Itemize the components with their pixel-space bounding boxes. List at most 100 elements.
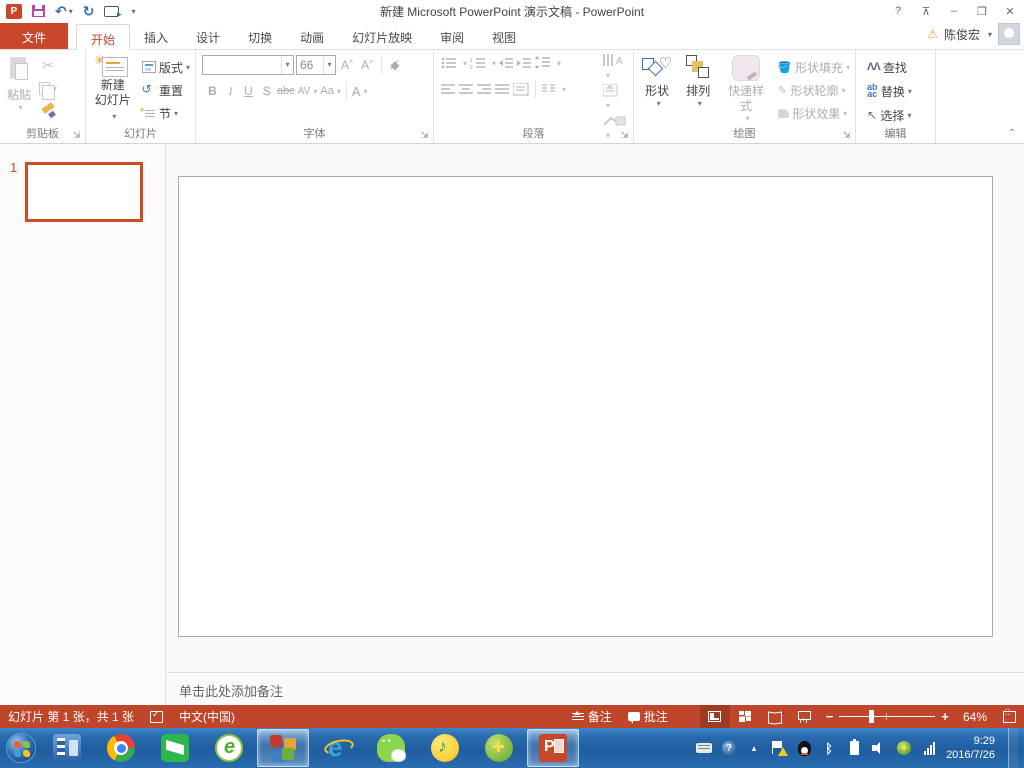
taskbar-puzzle-app[interactable] <box>257 729 309 767</box>
decrease-indent-button[interactable] <box>499 56 514 70</box>
taskbar-360-safety[interactable] <box>473 729 525 767</box>
account-dropdown-icon[interactable]: ▾ <box>988 30 992 39</box>
tab-insert[interactable]: 插入 <box>130 23 182 49</box>
slide-sorter-view-button[interactable] <box>730 705 760 728</box>
distribute-button[interactable] <box>513 82 529 96</box>
arrange-button[interactable]: 排列 ▾ <box>678 52 718 126</box>
zoom-in-button[interactable]: + <box>941 709 949 724</box>
tab-view[interactable]: 视图 <box>478 23 530 49</box>
taskbar-powerpoint[interactable] <box>527 729 579 767</box>
powerpoint-app-icon[interactable]: P <box>6 2 22 20</box>
font-dialog-launcher[interactable]: ⇲ <box>421 130 431 140</box>
increase-indent-button[interactable] <box>517 56 532 70</box>
zoom-slider-handle[interactable] <box>869 710 875 723</box>
redo-icon[interactable]: ↻ <box>83 2 95 20</box>
notes-pane[interactable]: 单击此处添加备注 <box>167 673 1024 705</box>
taskbar-chrome[interactable] <box>95 729 147 767</box>
reading-view-button[interactable] <box>760 705 790 728</box>
drawing-dialog-launcher[interactable]: ⇲ <box>843 130 853 140</box>
battery-icon[interactable] <box>846 739 862 756</box>
quick-styles-button[interactable]: 快速样式 ▾ <box>718 52 773 126</box>
start-slideshow-icon[interactable] <box>104 2 121 20</box>
clock[interactable]: 9:29 2016/7/26 <box>946 734 999 763</box>
columns-button[interactable] <box>542 83 556 95</box>
slideshow-view-button[interactable] <box>790 705 820 728</box>
save-icon[interactable] <box>32 2 45 20</box>
account-name[interactable]: 陈俊宏 <box>944 26 980 43</box>
taskbar-media-player[interactable] <box>41 729 93 767</box>
numbering-button[interactable]: 12 <box>470 56 486 70</box>
tab-animations[interactable]: 动画 <box>286 23 338 49</box>
paragraph-dialog-launcher[interactable]: ⇲ <box>621 130 631 140</box>
font-size-combo[interactable]: 66 ▾ <box>296 55 336 75</box>
start-button[interactable] <box>2 729 40 767</box>
italic-button[interactable]: I <box>222 81 239 101</box>
change-case-button[interactable]: Aa ▾ <box>319 81 341 101</box>
avatar[interactable] <box>998 23 1020 45</box>
ribbon-display-options-button[interactable]: ⊼ <box>912 0 940 22</box>
taskbar-internet-explorer[interactable] <box>311 729 363 767</box>
format-painter-button[interactable] <box>37 100 59 122</box>
zoom-out-button[interactable]: − <box>826 709 834 724</box>
language-indicator[interactable]: 中文(中国) <box>171 705 243 728</box>
clipboard-dialog-launcher[interactable]: ⇲ <box>73 130 83 140</box>
zoom-level[interactable]: 64% <box>955 705 995 728</box>
character-spacing-button[interactable]: AV ▾ <box>297 81 319 101</box>
line-spacing-button[interactable] <box>535 56 551 70</box>
shape-fill-button[interactable]: 🪣 形状填充 ▾ <box>775 56 853 78</box>
restore-button[interactable]: ❐ <box>968 0 996 22</box>
shape-effects-button[interactable]: 形状效果 ▾ <box>775 102 853 124</box>
shape-outline-button[interactable]: ✎ 形状轮廓 ▾ <box>775 79 853 101</box>
close-button[interactable]: ✕ <box>996 0 1024 22</box>
qq-icon[interactable] <box>796 740 812 756</box>
align-right-button[interactable] <box>477 83 492 95</box>
copy-button[interactable]: ▾ <box>37 77 59 100</box>
tab-review[interactable]: 审阅 <box>426 23 478 49</box>
zoom-slider[interactable] <box>839 705 936 728</box>
paste-button[interactable]: 粘贴 ▾ <box>2 52 36 126</box>
customize-qat-icon[interactable]: ▾ <box>129 2 135 20</box>
select-button[interactable]: ↖ 选择 ▾ <box>864 104 933 126</box>
decrease-font-size-button[interactable]: A˅ <box>358 57 376 73</box>
taskbar-wechat[interactable] <box>365 729 417 767</box>
bold-button[interactable]: B <box>204 81 221 101</box>
paste-dropdown-icon[interactable]: ▾ <box>18 103 22 112</box>
360-shield-icon[interactable]: ✚ <box>896 740 912 756</box>
spellcheck-button[interactable] <box>142 705 171 728</box>
section-button[interactable]: 节▾ <box>139 102 193 124</box>
align-left-button[interactable] <box>441 83 456 95</box>
collapse-ribbon-icon[interactable]: ⌃ <box>1008 128 1016 139</box>
font-name-combo[interactable]: ▾ <box>202 55 294 75</box>
new-slide-button[interactable]: ✳ 新建 幻灯片 ▾ <box>88 52 138 126</box>
align-center-button[interactable] <box>459 83 474 95</box>
tab-file[interactable]: 文件 <box>0 23 69 49</box>
taskbar-360-browser[interactable] <box>203 729 255 767</box>
taskbar-qq-music[interactable] <box>419 729 471 767</box>
action-center-icon[interactable] <box>771 740 789 756</box>
tab-home[interactable]: 开始 <box>76 24 131 50</box>
taskbar-video-app[interactable] <box>149 729 201 767</box>
replace-button[interactable]: ab ac 替换 ▾ <box>864 80 933 102</box>
shapes-button[interactable]: ♡ 形状 ▾ <box>636 52 678 126</box>
clear-formatting-button[interactable]: ◆̸ <box>387 57 402 73</box>
increase-font-size-button[interactable]: A˄ <box>338 57 356 73</box>
tab-design[interactable]: 设计 <box>182 23 234 49</box>
slide-canvas[interactable] <box>178 176 993 637</box>
help-tray-icon[interactable]: ? <box>721 740 737 756</box>
normal-view-button[interactable] <box>699 705 730 728</box>
align-text-button[interactable]: ▾ <box>603 84 627 111</box>
minimize-button[interactable]: – <box>940 0 968 22</box>
help-button[interactable]: ? <box>884 0 912 22</box>
comments-toggle[interactable]: 批注 <box>620 705 676 728</box>
notes-toggle[interactable]: 备注 <box>564 705 620 728</box>
slide-indicator[interactable]: 幻灯片 第 1 张，共 1 张 <box>0 705 142 728</box>
underline-button[interactable]: U <box>240 81 257 101</box>
bullets-button[interactable] <box>441 56 457 70</box>
fit-slide-button[interactable] <box>995 705 1024 728</box>
font-color-button[interactable]: A ▾ <box>351 81 369 101</box>
text-shadow-button[interactable]: S <box>258 81 275 101</box>
justify-button[interactable] <box>495 83 510 95</box>
reset-button[interactable]: 重置 <box>139 79 193 101</box>
volume-icon[interactable] <box>871 740 887 756</box>
tab-slideshow[interactable]: 幻灯片放映 <box>338 23 426 49</box>
